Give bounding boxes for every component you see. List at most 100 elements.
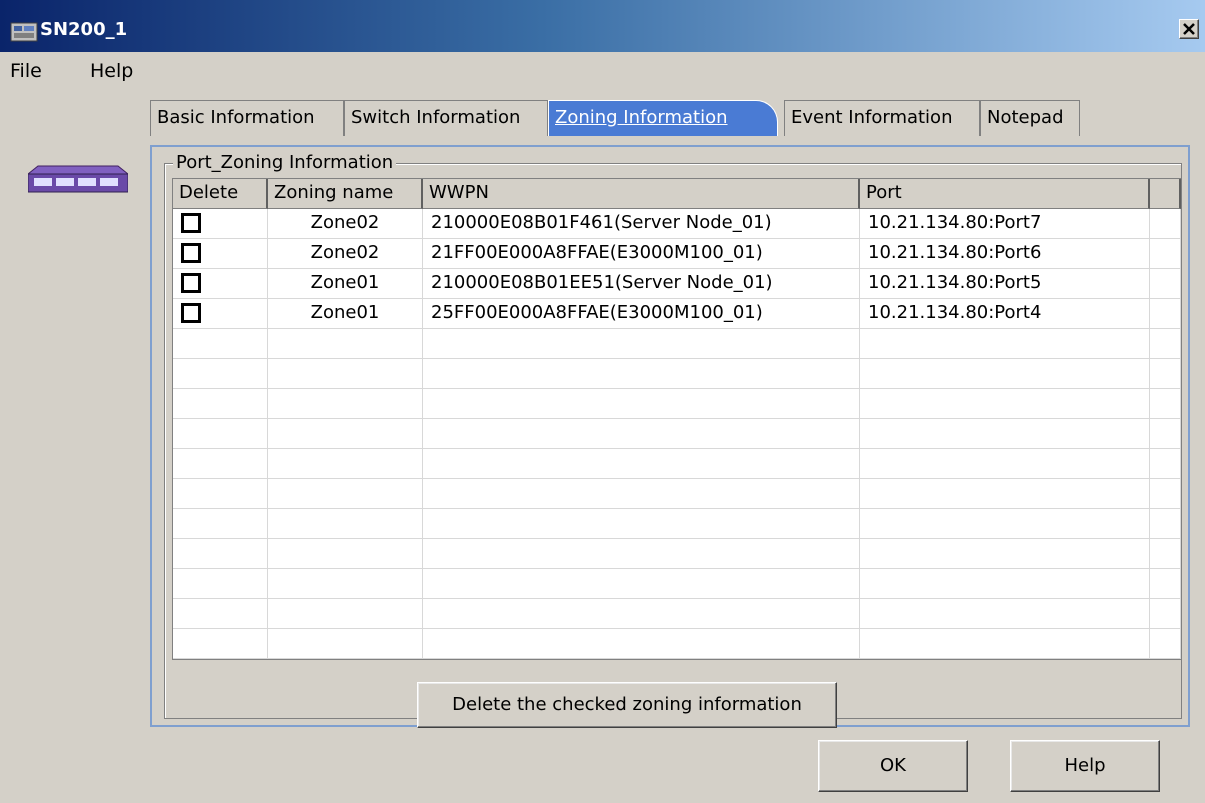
column-header-delete[interactable]: Delete [173, 179, 268, 209]
tab-label: Notepad [987, 107, 1064, 128]
table-body: Zone02 210000E08B01F461(Server Node_01) … [173, 209, 1181, 659]
empty-cell [1150, 569, 1181, 599]
empty-cell [860, 449, 1150, 479]
empty-cell [1150, 509, 1181, 539]
menu-help[interactable]: Help [90, 60, 133, 82]
empty-row [173, 389, 1181, 419]
empty-cell [860, 569, 1150, 599]
empty-cell [1150, 419, 1181, 449]
empty-cell [268, 389, 423, 419]
empty-row [173, 449, 1181, 479]
empty-cell [860, 479, 1150, 509]
delete-cell [173, 269, 268, 299]
tab-label: Zoning Information [555, 107, 728, 128]
empty-cell [860, 539, 1150, 569]
empty-row [173, 569, 1181, 599]
empty-cell [860, 509, 1150, 539]
table-row[interactable]: Zone01 25FF00E000A8FFAE(E3000M100_01) 10… [173, 299, 1181, 329]
wwpn-cell: 21FF00E000A8FFAE(E3000M100_01) [423, 239, 860, 269]
empty-cell [423, 629, 860, 659]
menu-help-label: Help [90, 60, 134, 82]
delete-checkbox[interactable] [181, 273, 201, 293]
empty-cell [268, 419, 423, 449]
empty-cell [423, 599, 860, 629]
close-button[interactable] [1179, 19, 1199, 39]
column-header-port[interactable]: Port [860, 179, 1150, 209]
table-row[interactable]: Zone01 210000E08B01EE51(Server Node_01) … [173, 269, 1181, 299]
port-cell: 10.21.134.80:Port6 [860, 239, 1150, 269]
delete-checkbox[interactable] [181, 303, 201, 323]
wwpn-cell: 210000E08B01F461(Server Node_01) [423, 209, 860, 239]
empty-cell [268, 329, 423, 359]
tab-basic-information[interactable]: Basic Information [150, 100, 344, 136]
empty-cell [173, 419, 268, 449]
zone-name-cell: Zone01 [268, 269, 423, 299]
empty-row [173, 509, 1181, 539]
tab-notepad[interactable]: Notepad [980, 100, 1080, 136]
empty-cell [1150, 329, 1181, 359]
empty-cell [1150, 479, 1181, 509]
empty-cell [268, 359, 423, 389]
help-button[interactable]: Help [1010, 740, 1160, 792]
column-header-zoning-name[interactable]: Zoning name [268, 179, 423, 209]
tab-switch-information[interactable]: Switch Information [344, 100, 548, 136]
empty-cell [1150, 539, 1181, 569]
empty-cell [1150, 629, 1181, 659]
empty-cell [173, 509, 268, 539]
tab-label: Basic Information [157, 107, 315, 128]
empty-cell [173, 569, 268, 599]
tab-event-information[interactable]: Event Information [784, 100, 980, 136]
empty-cell [173, 599, 268, 629]
empty-cell [268, 569, 423, 599]
delete-cell [173, 209, 268, 239]
empty-row [173, 599, 1181, 629]
delete-cell [173, 239, 268, 269]
empty-cell [423, 359, 860, 389]
menu-file[interactable]: File [10, 60, 42, 82]
empty-row [173, 329, 1181, 359]
menu-file-label: File [10, 60, 42, 82]
empty-cell [860, 389, 1150, 419]
empty-cell [1150, 599, 1181, 629]
switch-device-icon [28, 165, 128, 193]
empty-cell [173, 449, 268, 479]
zone-name-cell: Zone02 [268, 209, 423, 239]
empty-cell [860, 629, 1150, 659]
port-cell: 10.21.134.80:Port7 [860, 209, 1150, 239]
zoning-panel: Port_Zoning Information Delete Zoning na… [150, 145, 1190, 728]
empty-cell [423, 389, 860, 419]
title-bar: SN200_1 [0, 0, 1205, 52]
delete-checked-button[interactable]: Delete the checked zoning information [417, 682, 837, 728]
wwpn-cell: 25FF00E000A8FFAE(E3000M100_01) [423, 299, 860, 329]
empty-cell [860, 599, 1150, 629]
empty-row [173, 419, 1181, 449]
empty-cell [268, 449, 423, 479]
tab-strip: Basic Information Switch Information Zon… [150, 90, 1190, 144]
empty-cell [268, 599, 423, 629]
empty-cell [173, 329, 268, 359]
empty-cell [173, 479, 268, 509]
empty-cell [268, 629, 423, 659]
window-title: SN200_1 [40, 19, 128, 40]
tab-zoning-information[interactable]: Zoning Information [548, 100, 778, 136]
empty-cell [423, 509, 860, 539]
spacer-cell [1150, 299, 1181, 329]
column-header-spacer [1150, 179, 1181, 209]
empty-cell [1150, 359, 1181, 389]
empty-cell [860, 359, 1150, 389]
empty-row [173, 479, 1181, 509]
table-row[interactable]: Zone02 21FF00E000A8FFAE(E3000M100_01) 10… [173, 239, 1181, 269]
table-row[interactable]: Zone02 210000E08B01F461(Server Node_01) … [173, 209, 1181, 239]
wwpn-cell: 210000E08B01EE51(Server Node_01) [423, 269, 860, 299]
delete-cell [173, 299, 268, 329]
ok-button[interactable]: OK [818, 740, 968, 792]
delete-checkbox[interactable] [181, 213, 201, 233]
empty-cell [173, 539, 268, 569]
empty-cell [423, 539, 860, 569]
port-cell: 10.21.134.80:Port5 [860, 269, 1150, 299]
empty-cell [268, 539, 423, 569]
empty-cell [173, 389, 268, 419]
spacer-cell [1150, 209, 1181, 239]
column-header-wwpn[interactable]: WWPN [423, 179, 860, 209]
delete-checkbox[interactable] [181, 243, 201, 263]
